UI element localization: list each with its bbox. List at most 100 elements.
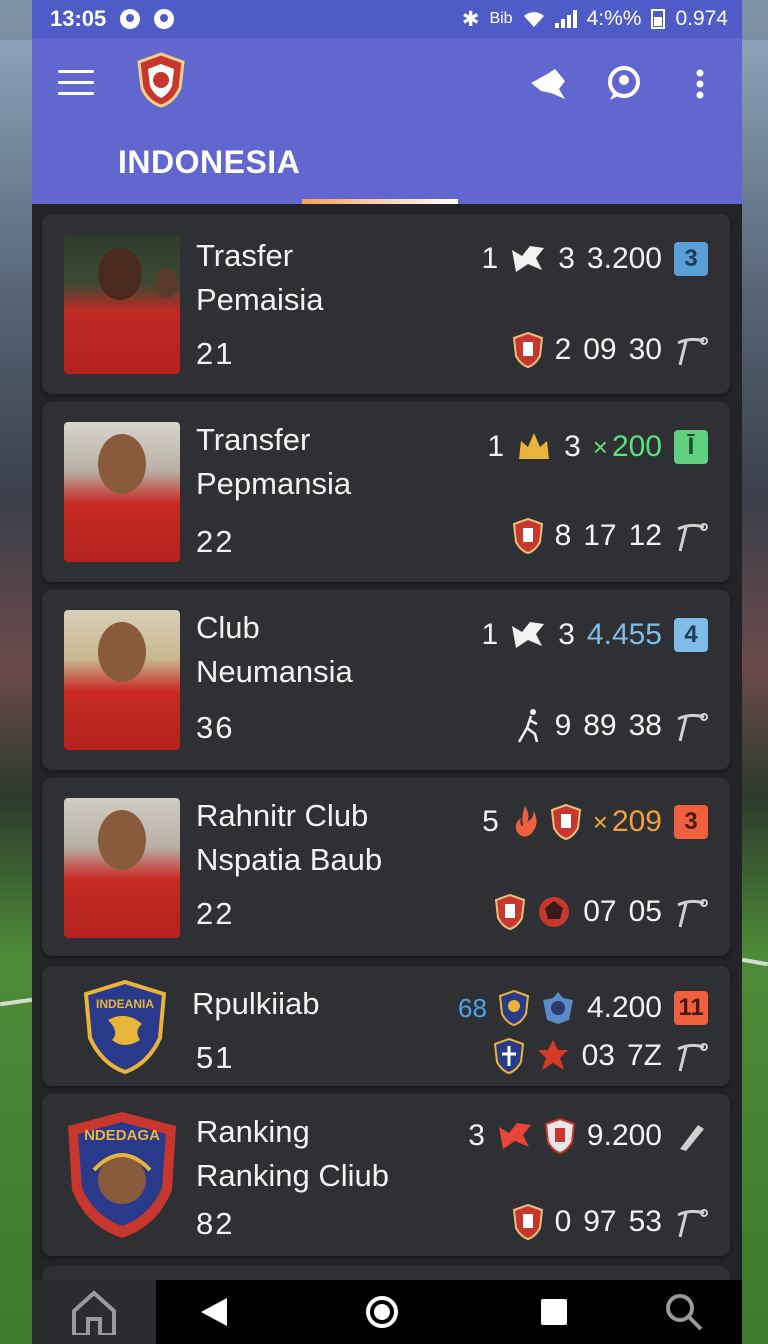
stat-count: 3 (558, 618, 575, 651)
app-bar: INDONESIA (32, 38, 742, 204)
stat-val1: 97 (583, 1205, 617, 1238)
list-item[interactable]: Trasfer Pemaisia 21 1 3 3.200 3 2 09 30 (42, 214, 730, 394)
stat-value: 3.200 (586, 242, 662, 275)
menu-icon[interactable] (58, 70, 94, 96)
crest-icon (550, 804, 581, 840)
stat-val1: 03 (581, 1039, 615, 1072)
stat-value: 9.200 (586, 1119, 662, 1152)
stat-val1: 17 (583, 519, 617, 552)
ball-icon (539, 897, 570, 927)
stat-val2: 30 (628, 333, 662, 366)
stat-badge: 3 (674, 805, 708, 839)
runner-icon (517, 709, 538, 743)
club-name-line2: Pepmansia (196, 466, 352, 501)
stat-num: 9 (554, 709, 572, 742)
club-name-line2: Pemaisia (196, 282, 324, 317)
back-icon[interactable] (174, 1280, 254, 1344)
stat-rank: 68 (458, 992, 487, 1023)
share-icon[interactable] (528, 64, 568, 104)
club-score: 22 (196, 896, 235, 931)
tab-indonesia[interactable]: INDONESIA (118, 144, 300, 181)
notification-icon (120, 9, 141, 29)
stat-count: 3 (564, 430, 581, 463)
stat-row-bottom: 2 09 30 (512, 332, 708, 368)
club-crest: INDEANIA (83, 980, 167, 1074)
stat-row-bottom: 07 05 (495, 894, 708, 930)
pin-icon[interactable] (674, 519, 708, 553)
list-item[interactable]: Club Neumansia 36 1 3 4.455 4 9 89 38 (42, 590, 730, 770)
club-name-line2: Ranking Cliub (196, 1158, 389, 1193)
crest-icon-alt (542, 992, 573, 1024)
club-score: 21 (196, 336, 235, 371)
search-icon[interactable] (644, 1280, 724, 1344)
stat-row-top: 1 3 × 200 Ī (484, 430, 708, 464)
pin-icon[interactable] (674, 1205, 708, 1239)
pin-icon[interactable] (674, 895, 708, 929)
crest-icon (493, 1038, 524, 1074)
crest-icon (512, 332, 543, 368)
stat-val2: 7Z (626, 1039, 662, 1072)
home-circle-icon[interactable] (342, 1280, 422, 1344)
player-photo (64, 798, 180, 938)
pen-icon[interactable] (674, 1119, 708, 1153)
stat-row-top: 3 9.200 (465, 1118, 708, 1154)
player-photo (64, 610, 180, 750)
svg-text:INDEANIA: INDEANIA (96, 997, 154, 1011)
status-bar: 13:05 ✱ Bib 4:%% 0.974 (32, 0, 742, 38)
crest-icon-star (537, 1040, 568, 1070)
home-icon[interactable] (32, 1280, 156, 1344)
signal-icon (554, 10, 577, 28)
battery-value: 0.974 (675, 7, 728, 30)
club-logo[interactable] (136, 52, 186, 108)
stat-badge: Ī (674, 430, 708, 464)
club-name-line2: Nspatia Baub (196, 842, 383, 877)
stat-value: 200 (611, 430, 662, 463)
club-score: 36 (196, 710, 235, 745)
stat-value: 4.455 (586, 618, 662, 651)
club-name-line2: Neumansia (196, 654, 353, 689)
stat-count: 3 (558, 242, 575, 275)
chat-icon[interactable] (604, 64, 644, 104)
stat-value: 4.200 (586, 991, 662, 1024)
stat-num: 2 (554, 333, 572, 366)
stat-rank: 3 (468, 1119, 485, 1152)
list-item[interactable]: Rahnitr Club Nspatia Baub 22 5 × 209 3 0… (42, 778, 730, 956)
stat-val2: 05 (628, 895, 662, 928)
svg-text:NDEDAGA: NDEDAGA (84, 1127, 160, 1144)
stat-value: 209 (611, 805, 662, 838)
stat-val2: 38 (628, 709, 662, 742)
bluetooth-icon: ✱ (461, 7, 480, 31)
club-score: 22 (196, 524, 235, 559)
stat-badge: 11 (674, 991, 708, 1025)
stat-rank: 1 (487, 430, 505, 463)
list-item[interactable]: NDEDAGA Ranking Ranking Cliub 82 3 9.200… (42, 1094, 730, 1256)
navigation-bar (32, 1280, 742, 1344)
club-name-line1: Trasfer (196, 238, 294, 273)
club-name-line1: Ranking (196, 1114, 310, 1149)
stat-row-bottom: 0 97 53 (512, 1204, 708, 1240)
stat-val2: 53 (628, 1205, 662, 1238)
pin-icon[interactable] (674, 1039, 708, 1073)
pin-icon[interactable] (674, 333, 708, 367)
network-type: Bib (489, 10, 513, 27)
club-name-line1: Rahnitr Club (196, 798, 369, 833)
stat-val1: 07 (583, 895, 617, 928)
status-time: 13:05 (50, 6, 107, 31)
stat-row-top: 5 × 209 3 (479, 804, 708, 840)
crest-icon (495, 894, 526, 930)
list-item[interactable]: INDEANIA Rpulkiiab 51 68 4.200 11 03 7Z (42, 966, 730, 1086)
list-item[interactable]: Transfer Pepmansia 22 1 3 × 200 Ī 8 17 1… (42, 402, 730, 582)
club-score: 82 (196, 1206, 235, 1241)
wifi-icon (523, 12, 544, 27)
stat-badge: 4 (674, 618, 708, 652)
stat-rank: 1 (481, 618, 499, 651)
crown-icon (519, 433, 550, 459)
boot-icon (512, 622, 545, 648)
player-photo (64, 422, 180, 562)
more-vert-icon[interactable] (680, 64, 720, 104)
recents-icon[interactable] (514, 1280, 594, 1344)
stat-row-bottom: 9 89 38 (515, 708, 708, 744)
pin-icon[interactable] (674, 709, 708, 743)
stadium-background-left (0, 40, 32, 1344)
crest-icon (512, 1204, 543, 1240)
